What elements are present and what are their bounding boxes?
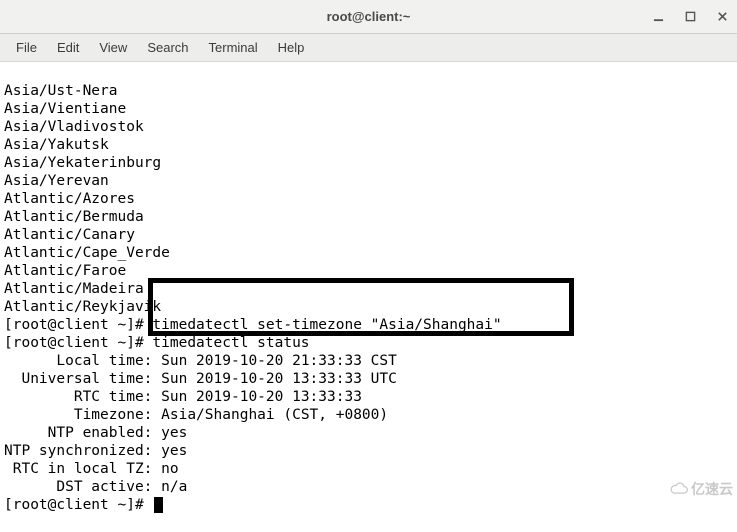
- status-label: DST active:: [4, 479, 161, 495]
- prompt: [root@client ~]#: [4, 497, 152, 513]
- status-label: Local time:: [4, 353, 161, 369]
- tz-line: Atlantic/Madeira: [4, 281, 144, 297]
- status-value: Asia/Shanghai (CST, +0800): [161, 407, 388, 423]
- close-button[interactable]: [715, 10, 729, 24]
- status-value: Sun 2019-10-20 13:33:33: [161, 389, 362, 405]
- cloud-icon: [669, 482, 689, 496]
- menu-view[interactable]: View: [89, 36, 137, 59]
- menu-file[interactable]: File: [6, 36, 47, 59]
- tz-line: Atlantic/Faroe: [4, 263, 126, 279]
- tz-line: Asia/Vladivostok: [4, 119, 144, 135]
- status-label: Timezone:: [4, 407, 161, 423]
- window-title: root@client:~: [327, 9, 411, 24]
- cursor-icon: [154, 497, 163, 513]
- tz-line: Atlantic/Azores: [4, 191, 135, 207]
- window-controls: [651, 0, 729, 33]
- minimize-button[interactable]: [651, 10, 665, 24]
- status-value: n/a: [161, 479, 187, 495]
- prompt: [root@client ~]#: [4, 335, 152, 351]
- maximize-button[interactable]: [683, 10, 697, 24]
- prompt: [root@client ~]#: [4, 317, 152, 333]
- status-value: Sun 2019-10-20 13:33:33 UTC: [161, 371, 397, 387]
- menu-edit[interactable]: Edit: [47, 36, 89, 59]
- tz-line: Atlantic/Cape_Verde: [4, 245, 170, 261]
- status-label: Universal time:: [4, 371, 161, 387]
- status-value: no: [161, 461, 178, 477]
- status-value: yes: [161, 425, 187, 441]
- watermark-text: 亿速云: [691, 479, 733, 499]
- status-label: RTC in local TZ:: [4, 461, 161, 477]
- menu-terminal[interactable]: Terminal: [199, 36, 268, 59]
- status-value: yes: [161, 443, 187, 459]
- title-bar: root@client:~: [0, 0, 737, 34]
- status-label: NTP enabled:: [4, 425, 161, 441]
- status-label: NTP synchronized:: [4, 443, 161, 459]
- menu-search[interactable]: Search: [137, 36, 198, 59]
- status-label: RTC time:: [4, 389, 161, 405]
- watermark: 亿速云: [669, 479, 733, 499]
- menu-bar: File Edit View Search Terminal Help: [0, 34, 737, 62]
- tz-line: Asia/Yerevan: [4, 173, 109, 189]
- tz-line: Asia/Yakutsk: [4, 137, 109, 153]
- tz-line: Asia/Vientiane: [4, 101, 126, 117]
- status-value: Sun 2019-10-20 21:33:33 CST: [161, 353, 397, 369]
- terminal-output[interactable]: Asia/Ust-Nera Asia/Vientiane Asia/Vladiv…: [0, 62, 737, 532]
- tz-line: Asia/Yekaterinburg: [4, 155, 161, 171]
- tz-line: Atlantic/Bermuda: [4, 209, 144, 225]
- tz-line: Asia/Ust-Nera: [4, 83, 118, 99]
- menu-help[interactable]: Help: [268, 36, 315, 59]
- command: timedatectl set-timezone "Asia/Shanghai": [152, 317, 501, 333]
- tz-line: Atlantic/Canary: [4, 227, 135, 243]
- command: timedatectl status: [152, 335, 309, 351]
- tz-line: Atlantic/Reykjavik: [4, 299, 161, 315]
